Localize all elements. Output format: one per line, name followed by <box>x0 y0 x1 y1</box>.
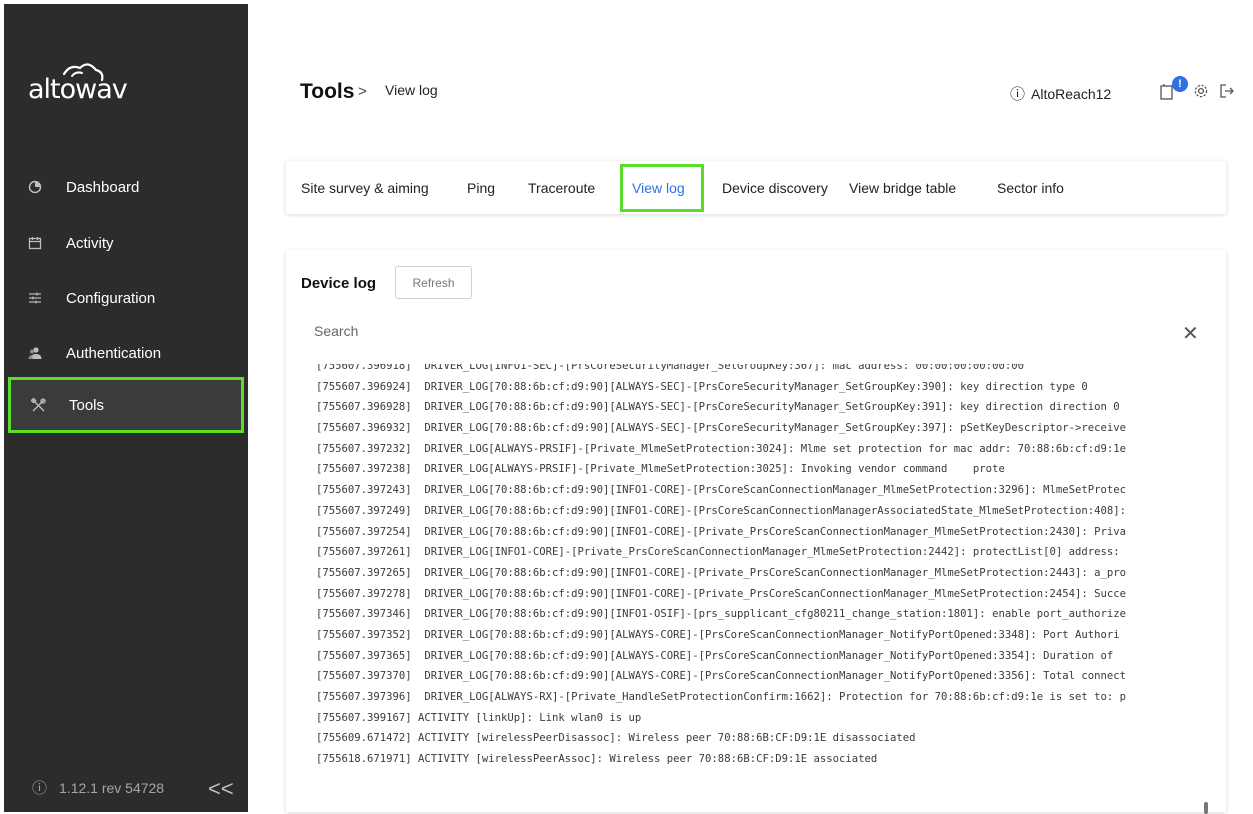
sidebar-item-activity[interactable]: Activity <box>4 223 248 263</box>
sliders-icon <box>26 289 44 307</box>
log-line: [755607.399167] ACTIVITY [linkUp]: Link … <box>316 711 642 724</box>
log-line: [755607.397243] DRIVER_LOG[70:88:6b:cf:d… <box>316 484 1127 497</box>
sidebar-item-configuration[interactable]: Configuration <box>4 278 248 318</box>
tab-sector-info[interactable]: Sector info <box>997 161 1064 214</box>
users-icon <box>26 344 44 362</box>
page-title: Tools <box>300 80 355 103</box>
version-label: 1.12.1 rev 54728 <box>59 779 165 796</box>
log-line: [755607.397346] DRIVER_LOG[70:88:6b:cf:d… <box>316 608 1127 621</box>
log-line: [755618.671971] ACTIVITY [wirelessPeerAs… <box>316 753 878 766</box>
breadcrumb: View log <box>385 82 438 98</box>
tab-device-discovery[interactable]: Device discovery <box>722 161 828 214</box>
log-line: [755607.397278] DRIVER_LOG[70:88:6b:cf:d… <box>316 587 1127 600</box>
username: AltoReach12 <box>1031 85 1112 102</box>
log-line: [755607.397352] DRIVER_LOG[70:88:6b:cf:d… <box>316 628 1120 641</box>
breadcrumb-separator: > <box>358 83 367 100</box>
log-line: [755609.671472] ACTIVITY [wirelessPeerDi… <box>316 732 916 745</box>
log-line: [755607.397265] DRIVER_LOG[70:88:6b:cf:d… <box>316 566 1127 579</box>
tools-icon <box>29 396 47 414</box>
info-icon: ⓘ <box>32 780 48 797</box>
notification-badge: ! <box>1172 76 1188 92</box>
tab-site-survey[interactable]: Site survey & aiming <box>301 161 429 214</box>
sidebar-item-authentication[interactable]: Authentication <box>4 333 248 373</box>
log-output[interactable]: [755607.396918] DRIVER_LOG[INFO1-SEC]-[P… <box>316 364 1212 800</box>
info-icon: ⓘ <box>1010 86 1026 103</box>
active-tab-highlight <box>620 164 704 212</box>
tab-traceroute[interactable]: Traceroute <box>528 161 595 214</box>
sidebar-item-label: Authentication <box>66 344 162 362</box>
sidebar-item-label: Activity <box>66 234 114 252</box>
log-line: [755607.397254] DRIVER_LOG[70:88:6b:cf:d… <box>316 525 1127 538</box>
log-line: [755607.397365] DRIVER_LOG[70:88:6b:cf:d… <box>316 649 1114 662</box>
log-line: [755607.397238] DRIVER_LOG[ALWAYS-PRSIF]… <box>316 463 1005 476</box>
tab-ping[interactable]: Ping <box>467 161 495 214</box>
device-log-card: Device log Refresh ✕ [755607.396918] DRI… <box>286 250 1226 814</box>
log-line: [755607.396928] DRIVER_LOG[70:88:6b:cf:d… <box>316 401 1120 414</box>
refresh-button[interactable]: Refresh <box>395 266 472 299</box>
version-info: ⓘ 1.12.1 rev 54728 <box>32 777 164 798</box>
log-line: [755607.396924] DRIVER_LOG[70:88:6b:cf:d… <box>316 380 1088 393</box>
calendar-icon <box>26 234 44 252</box>
sidebar-item-label: Configuration <box>66 289 156 307</box>
log-line: [755607.397396] DRIVER_LOG[ALWAYS-RX]-[P… <box>316 691 1127 703</box>
user-info[interactable]: ⓘ AltoReach12 <box>1010 83 1111 104</box>
sidebar-item-dashboard[interactable]: Dashboard <box>4 167 248 207</box>
altowav-logo[interactable]: altowav <box>28 56 168 105</box>
log-line: [755607.396932] DRIVER_LOG[70:88:6b:cf:d… <box>316 422 1127 435</box>
logout-icon[interactable] <box>1217 81 1237 101</box>
sidebar-item-label: Tools <box>69 396 105 414</box>
tab-view-bridge-table[interactable]: View bridge table <box>849 161 956 214</box>
log-line: [755607.397370] DRIVER_LOG[70:88:6b:cf:d… <box>316 670 1127 683</box>
logo-text: altowav <box>28 74 128 102</box>
collapse-sidebar-button[interactable]: << <box>208 776 234 802</box>
sidebar-item-label: Dashboard <box>66 178 140 196</box>
device-log-title: Device log <box>301 275 377 292</box>
scrollbar[interactable] <box>1204 802 1208 814</box>
search-input[interactable] <box>312 322 1156 340</box>
gear-icon[interactable] <box>1191 81 1211 101</box>
sidebar: altowav Dashboard Activity Configuration… <box>4 4 248 812</box>
pie-chart-icon <box>26 178 44 196</box>
log-line: [755607.397261] DRIVER_LOG[INFO1-CORE]-[… <box>316 546 1120 559</box>
sidebar-item-tools[interactable]: Tools <box>8 377 244 433</box>
tools-tabs: Site survey & aiming Ping Traceroute Vie… <box>286 161 1226 214</box>
log-line: [755607.397249] DRIVER_LOG[70:88:6b:cf:d… <box>316 504 1127 517</box>
close-icon[interactable]: ✕ <box>1182 324 1199 344</box>
log-line: [755607.396918] DRIVER_LOG[INFO1-SEC]-[P… <box>316 364 1024 372</box>
log-line: [755607.397232] DRIVER_LOG[ALWAYS-PRSIF]… <box>316 442 1127 455</box>
